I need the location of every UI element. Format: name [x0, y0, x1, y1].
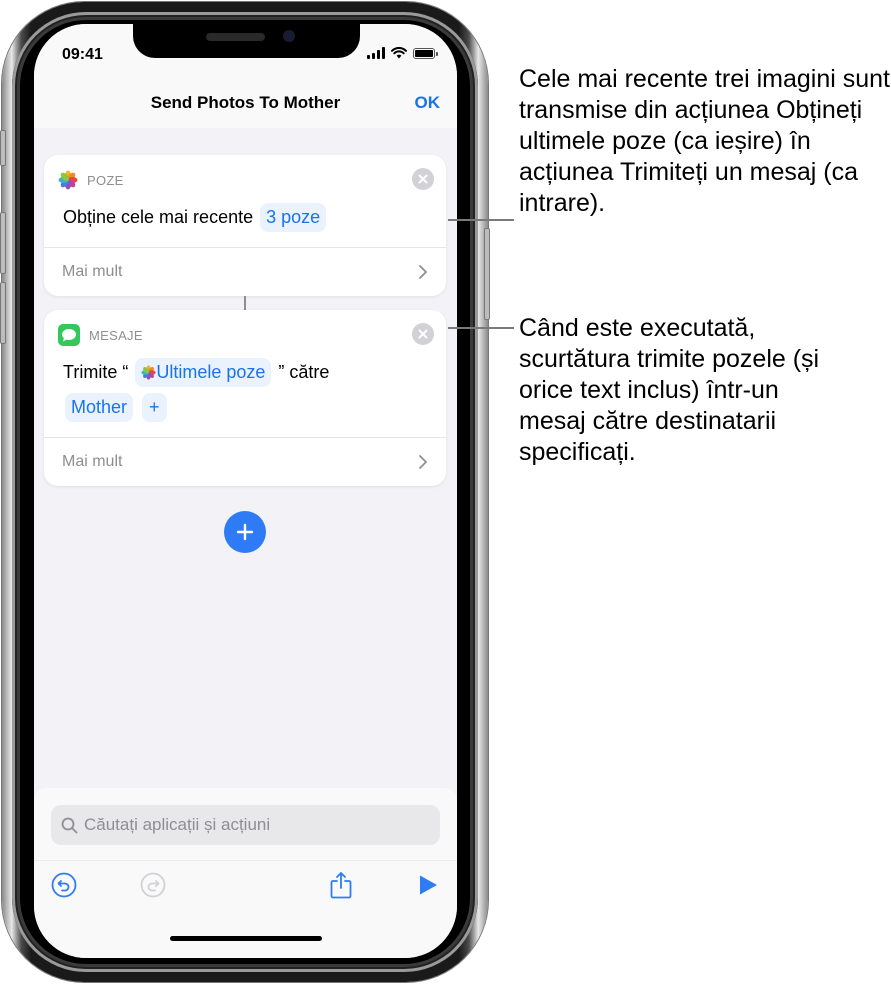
action-header: MESAJE	[58, 324, 143, 346]
search-icon	[61, 817, 78, 833]
undo-icon	[51, 872, 77, 898]
phone-screen: 09:41 Send Photos To Mother OK POZE Obți…	[34, 24, 457, 958]
cellular-signal-icon	[367, 47, 385, 59]
front-camera	[283, 30, 295, 42]
bottom-sheet: Căutați aplicații și acțiuni	[34, 788, 457, 958]
share-icon	[330, 872, 352, 899]
callout-line-1	[448, 219, 514, 221]
action-card-get-photos[interactable]: POZE Obține cele mai recente 3 poze Mai …	[44, 155, 446, 296]
sheet-divider	[34, 860, 457, 861]
action-description: Obține cele mai recente 3 poze	[63, 200, 430, 235]
messages-icon	[58, 324, 80, 346]
search-placeholder: Căutați aplicații și acțiuni	[84, 815, 271, 834]
status-time: 09:41	[62, 46, 103, 63]
more-label: Mai mult	[62, 453, 123, 470]
remove-action-button[interactable]	[412, 323, 434, 345]
play-icon	[420, 875, 437, 895]
add-recipient-button[interactable]: +	[142, 393, 167, 422]
remove-action-button[interactable]	[412, 168, 434, 190]
notch	[133, 24, 360, 58]
recipient-token[interactable]: Mother	[65, 393, 134, 422]
action-text: Obține cele mai recente	[63, 207, 254, 227]
photos-icon	[58, 170, 78, 190]
action-text-after: ” către	[278, 362, 330, 382]
done-button[interactable]: OK	[415, 93, 441, 113]
close-icon	[418, 174, 428, 184]
shortcut-title: Send Photos To Mother	[150, 93, 341, 112]
action-connector	[244, 296, 246, 310]
wifi-icon	[391, 47, 407, 59]
callout-line-2	[448, 327, 514, 329]
latest-photos-variable[interactable]: Ultimele poze	[135, 358, 272, 387]
more-label: Mai mult	[62, 263, 123, 280]
more-options-row[interactable]: Mai mult	[44, 438, 446, 486]
add-action-button[interactable]	[224, 511, 266, 553]
action-description: Trimite “ Ultimele poze ” către Mother +	[63, 355, 430, 425]
speaker	[206, 33, 265, 41]
volume-up-button	[0, 212, 6, 274]
action-header: POZE	[58, 170, 124, 190]
volume-down-button	[0, 282, 6, 344]
action-app-label: POZE	[87, 172, 124, 188]
action-text: Trimite “	[63, 362, 129, 382]
more-options-row[interactable]: Mai mult	[44, 248, 446, 296]
plus-icon	[236, 523, 254, 541]
redo-icon	[140, 872, 166, 898]
undo-button[interactable]	[47, 868, 81, 902]
callout-run-explanation: Când este executată, scurtătura trimite …	[519, 314, 820, 466]
photos-icon	[141, 365, 156, 380]
home-indicator	[170, 936, 322, 941]
close-icon	[418, 329, 428, 339]
redo-button[interactable]	[136, 868, 170, 902]
chevron-right-icon	[419, 265, 427, 279]
search-input[interactable]: Căutați aplicații și acțiuni	[51, 805, 440, 845]
run-button[interactable]	[411, 868, 445, 902]
battery-icon	[413, 47, 438, 59]
callout-output-explanation: Cele mai recente trei imagini sunt trans…	[519, 65, 890, 217]
chevron-right-icon	[419, 455, 427, 469]
share-button[interactable]	[324, 868, 358, 902]
action-card-send-message[interactable]: MESAJE Trimite “ Ultimele poze ” către M…	[44, 310, 446, 486]
action-app-label: MESAJE	[89, 327, 143, 343]
status-icons	[367, 47, 438, 59]
photo-count-token[interactable]: 3 poze	[260, 203, 327, 232]
side-button	[484, 228, 490, 320]
mute-switch	[0, 130, 6, 166]
variable-label: Ultimele poze	[156, 362, 266, 382]
